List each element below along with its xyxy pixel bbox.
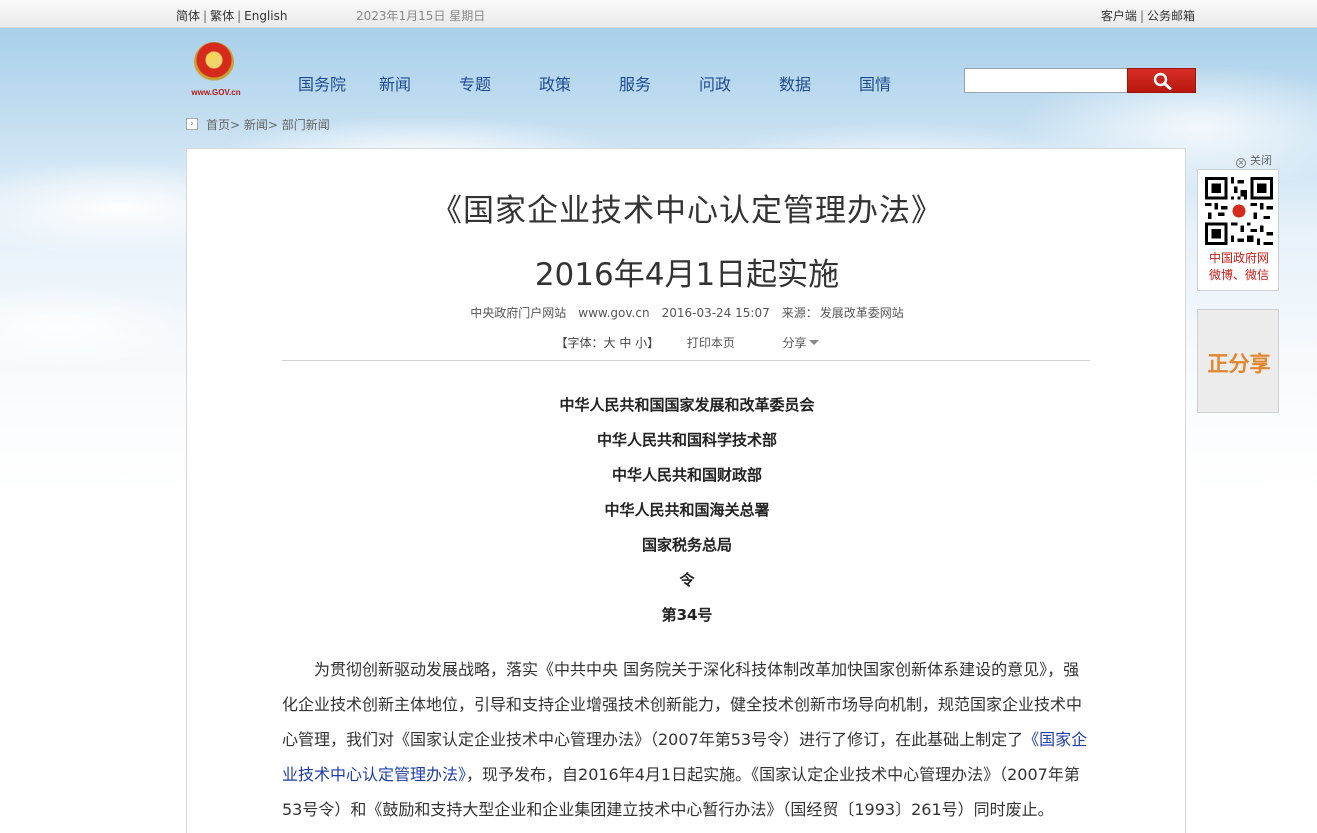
meta-source: 发展改革委网站 xyxy=(819,306,904,320)
issuer-line: 第34号 xyxy=(661,606,713,624)
font-size-close: 】 xyxy=(647,336,660,350)
meta-source-label: 来源： xyxy=(781,306,818,320)
issuer-line: 令 xyxy=(679,571,695,589)
breadcrumb-path[interactable]: 首页> 新闻> 部门新闻 xyxy=(206,116,330,133)
divider xyxy=(282,360,1090,361)
separator: | xyxy=(237,9,242,23)
lang-traditional-link[interactable]: 繁体 xyxy=(210,9,234,23)
nav-item-data[interactable]: 数据 xyxy=(779,71,811,95)
nav-item-inquiry[interactable]: 问政 xyxy=(699,71,731,95)
article-container: 《国家企业技术中心认定管理办法》 2016年4月1日起实施 中央政府门户网站 ww… xyxy=(186,148,1186,833)
search-input[interactable] xyxy=(964,68,1128,93)
lang-english-link[interactable]: English xyxy=(244,9,287,23)
language-switcher: 简体 | 繁体 | English xyxy=(176,7,287,24)
qr-caption-line1: 中国政府网 xyxy=(1208,251,1269,265)
font-small-button[interactable]: 小 xyxy=(635,336,647,350)
issuer-line: 中华人民共和国海关总署 xyxy=(604,501,770,519)
issuer-list: 中华人民共和国国家发展和改革委员会 中华人民共和国科学技术部 中华人民共和国财政… xyxy=(187,395,1187,640)
separator: | xyxy=(1139,9,1144,23)
qr-caption-line2: 微博、微信 xyxy=(1208,268,1269,282)
body-text: 为贯彻创新驱动发展战略，落实《中共中央 国务院关于深化科技体制改革加快国家创新体… xyxy=(282,660,1083,749)
issuer-line: 中华人民共和国财政部 xyxy=(611,466,762,484)
article-title-line1: 《国家企业技术中心认定管理办法》 xyxy=(431,193,943,229)
print-button[interactable]: 打印本页 xyxy=(687,336,735,350)
close-label: 关闭 xyxy=(1250,154,1272,167)
logo-text: www.GOV.cn xyxy=(191,88,241,97)
current-date: 2023年1月15日 星期日 xyxy=(356,9,486,23)
nav-item-news[interactable]: 新闻 xyxy=(379,71,411,95)
nav-item-policy[interactable]: 政策 xyxy=(539,71,571,95)
mail-link[interactable]: 公务邮箱 xyxy=(1147,9,1195,23)
chevron-down-icon xyxy=(808,340,819,345)
arrow-right-icon: › xyxy=(186,118,198,130)
top-bar: 简体 | 繁体 | English 2023年1月15日 星期日 客户端 | 公务邮箱 xyxy=(0,0,1317,28)
issuer-line: 中华人民共和国科学技术部 xyxy=(596,431,777,449)
article-tools: 【字体：大 中 小】 打印本页 分享 xyxy=(187,334,1187,351)
site-logo[interactable]: ★ www.GOV.cn xyxy=(186,40,246,102)
font-size-label: 【字体： xyxy=(555,336,604,350)
meta-datetime: 2016-03-24 15:07 xyxy=(661,306,770,320)
nav-item-national-info[interactable]: 国情 xyxy=(859,71,891,95)
search-button[interactable] xyxy=(1127,68,1196,93)
share-button[interactable]: 分享 xyxy=(783,336,819,350)
nav-item-topics[interactable]: 专题 xyxy=(459,71,491,95)
star-icon: ★ xyxy=(205,49,218,65)
share-brand-logo: 正分享 xyxy=(1207,352,1271,376)
share-label: 分享 xyxy=(782,336,807,350)
close-sidebar-button[interactable]: × 关闭 xyxy=(1236,152,1272,168)
search-bar xyxy=(964,68,1196,93)
nav-item-guowuyuan[interactable]: 国务院 xyxy=(298,71,346,95)
article-meta: 中央政府门户网站 www.gov.cn 2016-03-24 15:07 来源： 发展改… xyxy=(187,304,1187,321)
search-icon xyxy=(1153,72,1172,90)
article-title-line2: 2016年4月1日起实施 xyxy=(534,257,840,293)
close-icon: × xyxy=(1236,158,1246,168)
nav-item-service[interactable]: 服务 xyxy=(619,71,651,95)
separator: | xyxy=(203,9,208,23)
qr-code-panel[interactable]: 中国政府网 微博、微信 xyxy=(1197,169,1279,291)
lang-simplified-link[interactable]: 简体 xyxy=(176,9,200,23)
top-links: 客户端 | 公务邮箱 xyxy=(1101,7,1195,24)
issuer-line: 国家税务总局 xyxy=(641,536,732,554)
font-large-button[interactable]: 大 xyxy=(603,336,615,350)
qr-caption: 中国政府网 微博、微信 xyxy=(1198,250,1280,284)
font-medium-button[interactable]: 中 xyxy=(619,336,631,350)
qr-code-icon xyxy=(1205,177,1273,245)
meta-source-site: 中央政府门户网站 xyxy=(470,306,567,320)
meta-domain: www.gov.cn xyxy=(578,306,650,320)
article-body-paragraph: 为贯彻创新驱动发展战略，落实《中共中央 国务院关于深化科技体制改革加快国家创新体… xyxy=(282,652,1090,827)
share-widget[interactable]: 正分享 xyxy=(1197,309,1279,413)
client-link[interactable]: 客户端 xyxy=(1101,9,1137,23)
issuer-line: 中华人民共和国国家发展和改革委员会 xyxy=(559,396,815,414)
